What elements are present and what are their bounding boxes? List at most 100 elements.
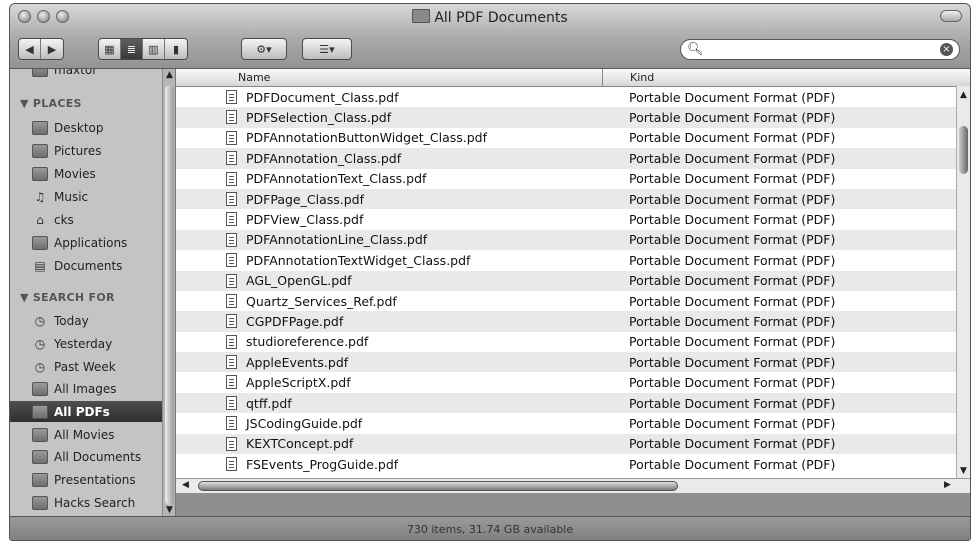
sidebar-item-today[interactable]: ◷ Today bbox=[32, 311, 89, 331]
sidebar-item-maxtor[interactable]: maxtor bbox=[32, 69, 97, 80]
table-row[interactable]: PDFAnnotation_Class.pdf Portable Document… bbox=[176, 148, 956, 169]
sidebar-item-label: Music bbox=[54, 190, 89, 204]
column-view-button[interactable]: ▥ bbox=[143, 39, 165, 59]
file-kind: Portable Document Format (PDF) bbox=[629, 89, 836, 105]
sidebar-item-all-documents[interactable]: All Documents bbox=[32, 447, 141, 467]
table-row[interactable]: AppleEvents.pdf Portable Document Format … bbox=[176, 352, 956, 373]
scroll-up-arrow-icon[interactable]: ▲ bbox=[166, 70, 173, 80]
list-vertical-scrollbar[interactable]: ▲ ▼ bbox=[956, 86, 970, 478]
back-button[interactable]: ◀ bbox=[19, 39, 41, 59]
table-row[interactable]: JSCodingGuide.pdf Portable Document Forma… bbox=[176, 413, 956, 433]
pdf-document-icon bbox=[226, 314, 237, 329]
sidebar-item-desktop[interactable]: Desktop bbox=[32, 118, 104, 138]
file-kind: Portable Document Format (PDF) bbox=[629, 436, 836, 452]
sidebar-item-all-images[interactable]: All Images bbox=[32, 379, 117, 399]
forward-button[interactable]: ▶ bbox=[41, 39, 63, 59]
sidebar-item-presentations[interactable]: Presentations bbox=[32, 470, 136, 490]
smart-folder-icon bbox=[32, 450, 48, 464]
table-row[interactable]: Quartz_Services_Ref.pdf Portable Document… bbox=[176, 291, 956, 311]
table-row[interactable]: PDFAnnotationButtonWidget_Class.pdf Porta… bbox=[176, 128, 956, 148]
horizontal-scroll-thumb[interactable] bbox=[198, 481, 678, 491]
table-row[interactable]: PDFView_Class.pdf Portable Document Forma… bbox=[176, 209, 956, 229]
sidebar-item-yesterday[interactable]: ◷ Yesterday bbox=[32, 334, 113, 354]
table-row[interactable]: PDFSelection_Class.pdf Portable Document … bbox=[176, 107, 956, 128]
file-name: studioreference.pdf bbox=[246, 334, 369, 350]
search-for-header[interactable]: ▼ SEARCH FOR bbox=[20, 291, 115, 304]
table-row[interactable]: qtff.pdf Portable Document Format (PDF) bbox=[176, 392, 956, 414]
action-menu-button[interactable]: ⚙▾ bbox=[241, 38, 287, 60]
clock-icon: ◷ bbox=[34, 337, 46, 351]
sidebar-item-pictures[interactable]: Pictures bbox=[32, 141, 102, 161]
sidebar-item-hacks-search[interactable]: Hacks Search bbox=[32, 493, 135, 513]
list-scroll-thumb[interactable] bbox=[959, 126, 968, 174]
list-view-icon: ≣ bbox=[126, 42, 137, 56]
column-header-kind[interactable]: Kind bbox=[630, 71, 654, 84]
scroll-down-arrow-icon[interactable]: ▼ bbox=[960, 466, 967, 476]
sidebar-item-past-week[interactable]: ◷ Past Week bbox=[32, 357, 116, 377]
column-divider[interactable] bbox=[602, 69, 603, 86]
icon-view-button[interactable]: ▦ bbox=[99, 39, 121, 59]
file-kind: Portable Document Format (PDF) bbox=[629, 415, 836, 431]
pdf-document-icon bbox=[226, 355, 237, 370]
places-header[interactable]: ▼ PLACES bbox=[20, 97, 82, 110]
table-row[interactable]: PDFAnnotationLine_Class.pdf Portable Docu… bbox=[176, 229, 956, 251]
file-name: PDFAnnotation_Class.pdf bbox=[246, 150, 402, 166]
search-field[interactable]: 🔍︎ × bbox=[680, 39, 960, 60]
sidebar-item-all-pdfs[interactable]: All PDFs bbox=[32, 402, 110, 422]
sidebar-item-all-movies[interactable]: All Movies bbox=[32, 425, 114, 445]
scroll-down-arrow-icon[interactable]: ▼ bbox=[166, 505, 173, 515]
search-input[interactable] bbox=[707, 41, 940, 58]
sidebar-item-label: All Images bbox=[54, 382, 117, 396]
table-row[interactable]: KEXTConcept.pdf Portable Document Format … bbox=[176, 433, 956, 455]
table-row[interactable]: CGPDFPage.pdf Portable Document Format (P… bbox=[176, 311, 956, 332]
file-kind: Portable Document Format (PDF) bbox=[629, 334, 836, 350]
table-row[interactable]: AppleScriptX.pdf Portable Document Format… bbox=[176, 372, 956, 392]
sidebar-item-music[interactable]: ♫ Music bbox=[32, 187, 89, 207]
finder-window: All PDF Documents ◀ ▶ ▦ ≣ ▥ ▮ ⚙▾ ☰▾ 🔍︎ × bbox=[9, 3, 971, 541]
file-name: CGPDFPage.pdf bbox=[246, 313, 344, 329]
smart-folder-icon bbox=[32, 382, 48, 396]
sidebar-item-cks[interactable]: ⌂ cks bbox=[32, 210, 74, 230]
pdf-document-icon bbox=[226, 110, 237, 125]
clear-search-icon[interactable]: × bbox=[940, 43, 953, 56]
sidebar-scroll-thumb[interactable] bbox=[165, 85, 174, 505]
sidebar-item-movies[interactable]: Movies bbox=[32, 164, 96, 184]
pdf-document-icon bbox=[226, 171, 237, 186]
file-name: PDFAnnotationTextWidget_Class.pdf bbox=[246, 252, 471, 268]
toolbar-toggle-button[interactable] bbox=[940, 10, 962, 22]
sidebar-scrollbar[interactable]: ▲ ▼ bbox=[162, 69, 176, 516]
file-name: JSCodingGuide.pdf bbox=[246, 415, 363, 431]
sidebar-item-label: Hacks Search bbox=[54, 496, 136, 510]
sidebar-item-applications[interactable]: Applications bbox=[32, 233, 127, 253]
table-row[interactable]: FSEvents_ProgGuide.pdf Portable Document … bbox=[176, 454, 956, 474]
sidebar-item-documents[interactable]: ▤ Documents bbox=[32, 256, 122, 276]
pdf-document-icon bbox=[226, 395, 237, 410]
scroll-up-arrow-icon[interactable]: ▲ bbox=[960, 90, 967, 100]
scroll-right-arrow-icon[interactable]: ▶ bbox=[944, 480, 951, 490]
table-row[interactable]: studioreference.pdf Portable Document For… bbox=[176, 332, 956, 352]
table-row[interactable]: AGL_OpenGL.pdf Portable Document Format (… bbox=[176, 270, 956, 291]
table-row[interactable]: PDFAnnotationText_Class.pdf Portable Docu… bbox=[176, 169, 956, 189]
table-row[interactable]: PDFDocument_Class.pdf Portable Document F… bbox=[176, 87, 956, 107]
table-row[interactable]: PDFPage_Class.pdf Portable Document Forma… bbox=[176, 188, 956, 210]
column-header-name[interactable]: Name bbox=[238, 71, 270, 84]
file-name: KEXTConcept.pdf bbox=[246, 436, 354, 452]
scroll-left-arrow-icon[interactable]: ◀ bbox=[182, 480, 189, 490]
folder-icon bbox=[412, 9, 431, 23]
sidebar-item-label: maxtor bbox=[54, 69, 98, 77]
applications-folder-icon bbox=[32, 236, 48, 250]
arrange-menu-button[interactable]: ☰▾ bbox=[302, 38, 352, 60]
file-name: PDFSelection_Class.pdf bbox=[246, 110, 392, 126]
list-view-button[interactable]: ≣ bbox=[121, 39, 143, 59]
sidebar-item-label: Pictures bbox=[54, 144, 102, 158]
pdf-document-icon bbox=[226, 334, 237, 349]
home-icon: ⌂ bbox=[36, 213, 44, 227]
list-horizontal-scrollbar[interactable]: ◀ ▶ bbox=[176, 478, 970, 493]
file-kind: Portable Document Format (PDF) bbox=[629, 110, 836, 126]
table-row[interactable]: PDFAnnotationTextWidget_Class.pdf Portabl… bbox=[176, 250, 956, 270]
sidebar-item-label: Past Week bbox=[54, 360, 116, 374]
sidebar-item-label: Yesterday bbox=[54, 337, 113, 351]
coverflow-view-button[interactable]: ▮ bbox=[165, 39, 187, 59]
file-name: PDFAnnotationButtonWidget_Class.pdf bbox=[246, 130, 488, 146]
documents-folder-icon: ▤ bbox=[34, 259, 46, 273]
